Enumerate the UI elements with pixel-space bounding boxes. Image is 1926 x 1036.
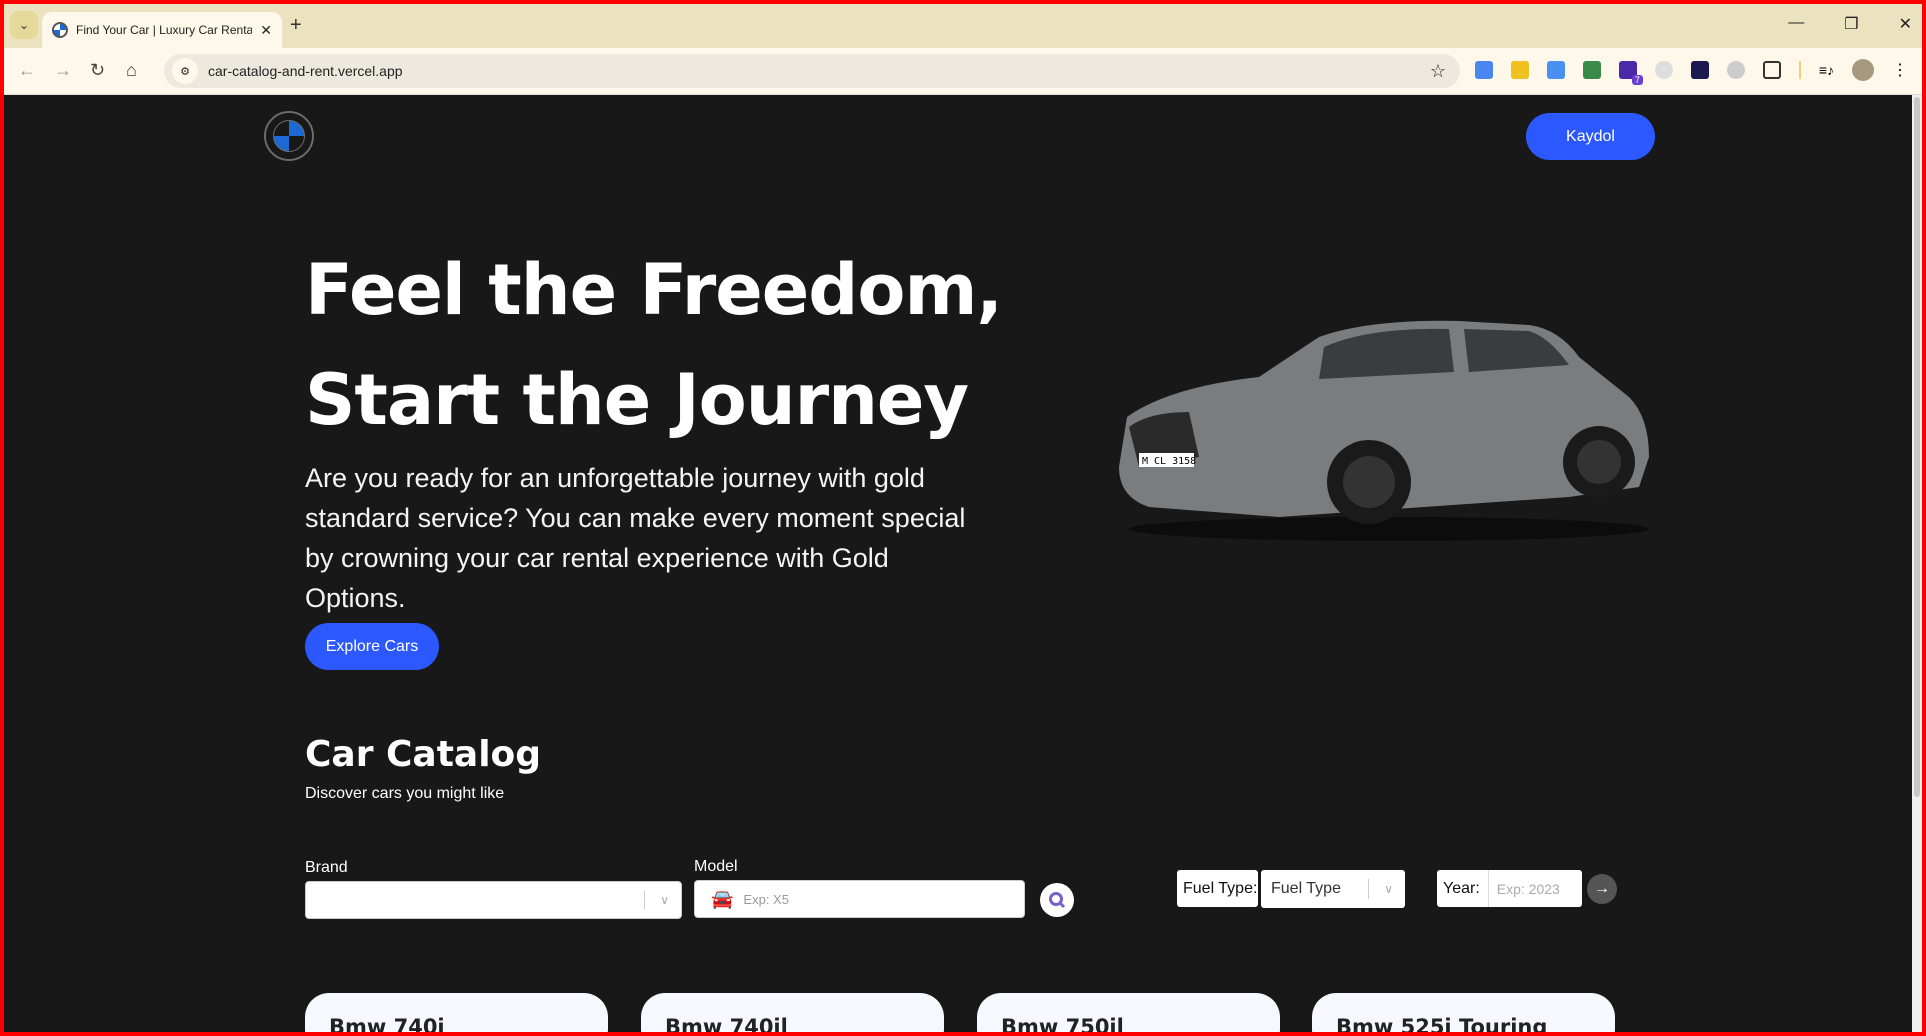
hero-car-image: M CL 3158 <box>1119 320 1649 541</box>
fuel-type-label: Fuel Type: <box>1177 870 1258 907</box>
extensions-puzzle-icon[interactable] <box>1762 61 1781 79</box>
site-settings-icon[interactable]: ⚙ <box>172 58 198 84</box>
hero-title-line1: Feel the Freedom, <box>305 249 1003 331</box>
car-card-title: Bmw 750il <box>1001 1015 1124 1032</box>
car-card[interactable]: Bmw 750il <box>977 993 1280 1032</box>
model-label: Model <box>694 858 738 875</box>
bmw-favicon-icon <box>52 22 68 38</box>
menu-kebab-icon[interactable]: ⋮ <box>1892 60 1908 80</box>
car-card[interactable]: Bmw 525i Touring <box>1312 993 1615 1032</box>
model-input[interactable]: 🚘 Exp: X5 <box>694 880 1025 918</box>
copy-extension-icon[interactable] <box>1546 61 1565 79</box>
hero-title: Feel the Freedom, Start the Journey <box>305 235 1003 455</box>
target-extension-icon[interactable] <box>1654 61 1673 79</box>
eyedropper-extension-icon[interactable] <box>1690 61 1709 79</box>
profile-avatar[interactable] <box>1852 59 1874 81</box>
active-tab[interactable]: Find Your Car | Luxury Car Renta ✕ <box>42 12 282 48</box>
chevron-down-icon: ∨ <box>660 893 669 907</box>
media-control-icon[interactable]: ≡♪ <box>1819 62 1834 78</box>
minimize-icon[interactable]: — <box>1788 14 1804 34</box>
bookmark-star-icon[interactable]: ☆ <box>1430 61 1446 82</box>
url-input[interactable]: ⚙ car-catalog-and-rent.vercel.app ☆ <box>164 54 1460 88</box>
catalog-subtitle: Discover cars you might like <box>305 785 505 802</box>
svg-text:M CL 3158: M CL 3158 <box>1142 456 1196 467</box>
fuel-type-select[interactable]: Fuel Type ∨ <box>1261 870 1405 908</box>
model-placeholder: Exp: X5 <box>743 891 789 907</box>
catalog-title: Car Catalog <box>305 734 542 775</box>
reload-icon[interactable]: ↻ <box>90 60 105 81</box>
forward-icon[interactable]: → <box>54 60 72 81</box>
car-card-title: Bmw 740i <box>329 1015 445 1032</box>
hero-title-line2: Start the Journey <box>305 359 969 441</box>
chevron-down-icon: ∨ <box>1384 882 1393 896</box>
restore-icon[interactable]: ❐ <box>1844 14 1858 34</box>
magnifier-icon <box>1049 892 1066 909</box>
car-card[interactable]: Bmw 740il <box>641 993 944 1032</box>
car-card[interactable]: Bmw 740i <box>305 993 608 1032</box>
brand-label: Brand <box>305 859 348 876</box>
tab-search-button[interactable]: ⌄ <box>10 11 38 39</box>
home-icon[interactable]: ⌂ <box>126 60 137 81</box>
back-icon[interactable]: ← <box>18 60 36 81</box>
tab-bar: ⌄ Find Your Car | Luxury Car Renta ✕ + —… <box>4 4 1922 48</box>
year-input[interactable]: Exp: 2023 <box>1497 881 1560 897</box>
stack-extension-icon[interactable]: 7 <box>1618 61 1643 85</box>
car-icon: 🚘 <box>711 888 734 909</box>
folder-extension-icon[interactable] <box>1510 61 1529 79</box>
address-bar: ← → ↻ ⌂ ⚙ car-catalog-and-rent.vercel.ap… <box>4 48 1922 95</box>
toolbar-divider <box>1798 61 1801 79</box>
fuel-type-value: Fuel Type <box>1271 880 1341 897</box>
cloud-extension-icon[interactable] <box>1726 61 1745 79</box>
page-content: Kaydol Feel the Freedom, Start the Journ… <box>4 95 1922 1032</box>
extension-badge: 7 <box>1631 75 1643 85</box>
year-label: Year: <box>1443 879 1480 897</box>
brand-select[interactable]: ∨ <box>305 881 682 919</box>
page-scrollbar[interactable] <box>1912 95 1922 1032</box>
signup-button[interactable]: Kaydol <box>1526 113 1655 160</box>
close-tab-icon[interactable]: ✕ <box>260 22 272 39</box>
translate-extension-icon[interactable] <box>1474 61 1493 79</box>
car-card-title: Bmw 525i Touring <box>1336 1015 1548 1032</box>
explore-cars-button[interactable]: Explore Cars <box>305 623 439 670</box>
calendar-extension-icon[interactable] <box>1582 61 1601 79</box>
car-card-title: Bmw 740il <box>665 1015 788 1032</box>
year-filter[interactable]: Year: Exp: 2023 <box>1437 870 1582 907</box>
url-text: car-catalog-and-rent.vercel.app <box>208 63 403 79</box>
search-button[interactable] <box>1040 883 1074 917</box>
browser-window: ⌄ Find Your Car | Luxury Car Renta ✕ + —… <box>4 4 1922 1032</box>
year-submit-arrow-button[interactable]: → <box>1587 874 1617 904</box>
bmw-logo[interactable] <box>264 111 314 161</box>
tab-title: Find Your Car | Luxury Car Renta <box>76 23 253 37</box>
new-tab-button[interactable]: + <box>290 14 302 37</box>
close-window-icon[interactable]: ✕ <box>1899 14 1912 34</box>
hero-description: Are you ready for an unforgettable journ… <box>305 463 966 613</box>
